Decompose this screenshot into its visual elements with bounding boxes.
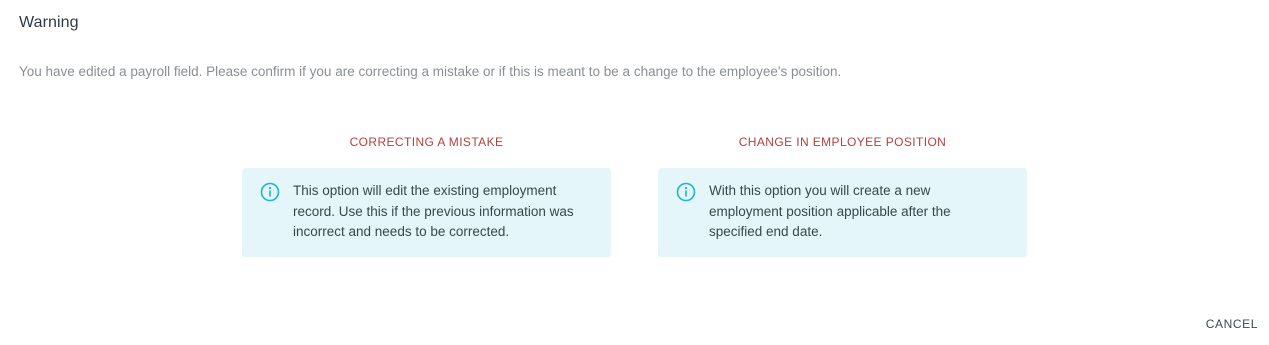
change-position-info-box[interactable]: With this option you will create a new e…: [658, 168, 1027, 257]
dialog-message: You have edited a payroll field. Please …: [19, 64, 842, 79]
correcting-mistake-info-box[interactable]: This option will edit the existing emplo…: [242, 168, 611, 257]
description-line: record. Use this if the previous informa…: [293, 203, 574, 219]
cancel-button[interactable]: CANCEL: [1206, 317, 1258, 331]
warning-dialog: Warning You have edited a payroll field.…: [0, 0, 1269, 345]
description-line: employment position applicable after the: [709, 203, 951, 219]
correcting-mistake-button[interactable]: CORRECTING A MISTAKE: [242, 134, 611, 150]
change-position-button[interactable]: CHANGE IN EMPLOYEE POSITION: [658, 134, 1027, 150]
info-icon: [260, 182, 280, 202]
change-position-description: With this option you will create a new e…: [709, 181, 951, 243]
correcting-mistake-description: This option will edit the existing emplo…: [293, 181, 574, 243]
dialog-title: Warning: [19, 14, 79, 31]
description-line: With this option you will create a new: [709, 183, 931, 198]
description-line: specified end date.: [709, 224, 823, 239]
option-correcting-mistake: CORRECTING A MISTAKE This option will ed…: [242, 134, 611, 257]
description-line: incorrect and needs to be corrected.: [293, 224, 510, 239]
description-line: This option will edit the existing emplo…: [293, 183, 557, 198]
option-change-position: CHANGE IN EMPLOYEE POSITION With this op…: [658, 134, 1027, 257]
info-icon: [676, 182, 696, 202]
